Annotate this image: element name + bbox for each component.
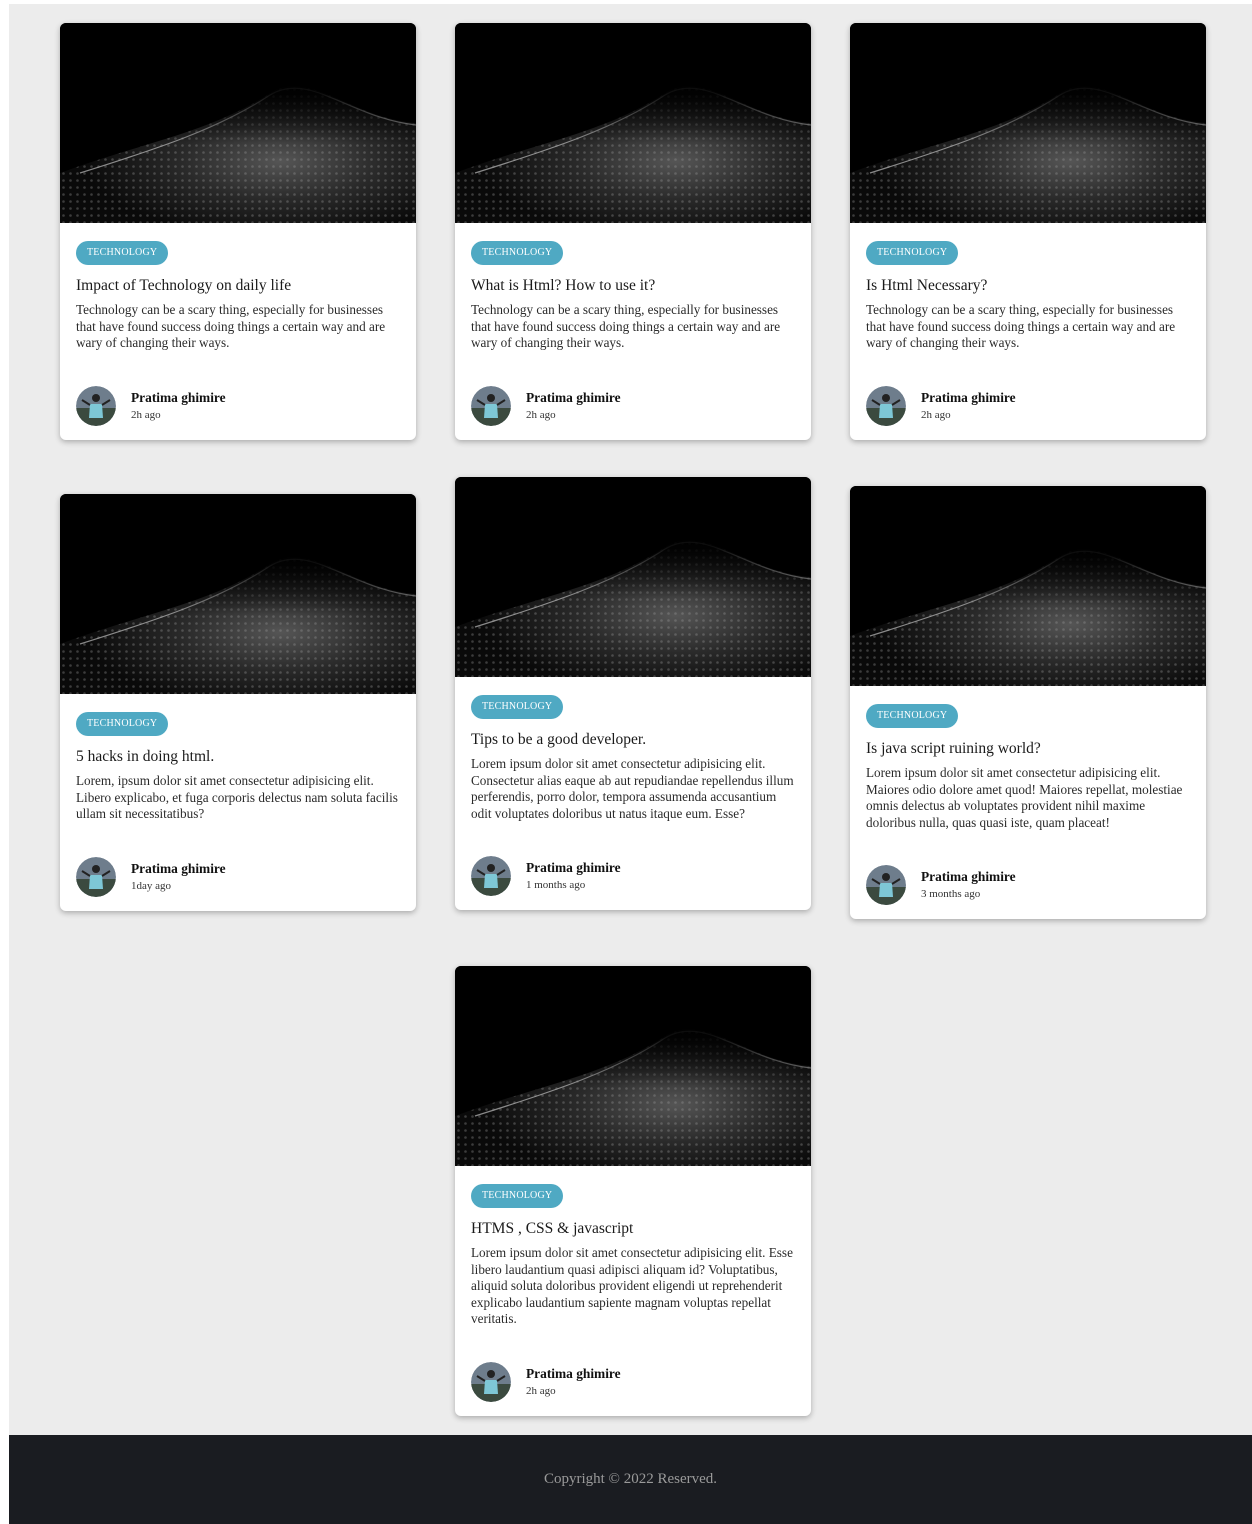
author-name[interactable]: Pratima ghimire [921,869,1016,885]
post-image [455,966,811,1166]
post-card[interactable]: TECHNOLOGY 5 hacks in doing html. Lorem,… [60,494,416,911]
author-name[interactable]: Pratima ghimire [131,861,226,877]
post-time: 1 months ago [526,879,586,892]
author-name[interactable]: Pratima ghimire [526,860,621,876]
post-excerpt: Lorem ipsum dolor sit amet consectetur a… [471,1245,793,1327]
category-tag[interactable]: TECHNOLOGY [76,241,169,265]
author-block: Pratima ghimire 2h ago [471,1361,795,1402]
author-name[interactable]: Pratima ghimire [131,390,226,406]
post-image [60,23,416,223]
post-card[interactable]: TECHNOLOGY Impact of Technology on daily… [60,23,416,440]
author-block: Pratima ghimire 2h ago [76,385,400,426]
post-card[interactable]: TECHNOLOGY What is Html? How to use it? … [455,23,811,440]
post-card[interactable]: TECHNOLOGY Is java script ruining world?… [850,486,1206,920]
category-tag[interactable]: TECHNOLOGY [866,704,959,728]
author-name[interactable]: Pratima ghimire [526,390,621,406]
post-title[interactable]: Tips to be a good developer. [471,730,795,750]
post-title[interactable]: 5 hacks in doing html. [76,747,400,767]
post-time: 1day ago [131,879,172,892]
category-tag[interactable]: TECHNOLOGY [471,241,564,265]
category-tag[interactable]: TECHNOLOGY [866,241,959,265]
author-block: Pratima ghimire 3 months ago [866,865,1190,906]
post-time: 2h ago [526,1384,556,1397]
copyright-text: Copyright © 2022 Reserved. [543,1471,718,1487]
page-background: TECHNOLOGY Impact of Technology on daily… [9,4,1252,1524]
category-tag[interactable]: TECHNOLOGY [76,712,169,736]
post-title[interactable]: Is Html Necessary? [866,276,1190,296]
category-tag[interactable]: TECHNOLOGY [471,695,564,719]
footer: Copyright © 2022 Reserved. [9,1435,1252,1524]
post-excerpt: Lorem, ipsum dolor sit amet consectetur … [76,773,398,822]
post-excerpt: Technology can be a scary thing, especia… [866,302,1176,351]
avatar[interactable] [76,385,116,426]
avatar[interactable] [471,1361,511,1402]
post-title[interactable]: Is java script ruining world? [866,739,1190,759]
avatar[interactable] [471,385,511,426]
post-excerpt: Lorem ipsum dolor sit amet consectetur a… [866,765,1183,830]
post-excerpt: Lorem ipsum dolor sit amet consectetur a… [471,756,794,821]
post-card[interactable]: TECHNOLOGY Tips to be a good developer. … [455,477,811,911]
author-block: Pratima ghimire 2h ago [471,385,795,426]
post-time: 3 months ago [921,888,981,901]
post-excerpt: Technology can be a scary thing, especia… [471,302,781,351]
author-block: Pratima ghimire 2h ago [866,385,1190,426]
post-image [60,494,416,694]
post-card[interactable]: TECHNOLOGY HTMS , CSS & javascript Lorem… [455,966,811,1416]
post-time: 2h ago [131,408,161,421]
post-time: 2h ago [921,408,951,421]
post-card[interactable]: TECHNOLOGY Is Html Necessary? Technology… [850,23,1206,440]
author-block: Pratima ghimire 1 months ago [471,856,795,897]
post-title[interactable]: HTMS , CSS & javascript [471,1219,795,1239]
category-tag[interactable]: TECHNOLOGY [471,1184,564,1208]
post-time: 2h ago [526,408,556,421]
avatar[interactable] [76,856,116,897]
avatar[interactable] [866,865,906,906]
post-image [455,23,811,223]
post-image [850,23,1206,223]
author-name[interactable]: Pratima ghimire [921,390,1016,406]
author-name[interactable]: Pratima ghimire [526,1366,621,1382]
avatar[interactable] [866,385,906,426]
avatar[interactable] [471,856,511,897]
post-image [850,486,1206,686]
post-title[interactable]: Impact of Technology on daily life [76,276,400,296]
post-title[interactable]: What is Html? How to use it? [471,276,795,296]
post-image [455,477,811,677]
post-excerpt: Technology can be a scary thing, especia… [76,302,386,351]
author-block: Pratima ghimire 1day ago [76,856,400,897]
